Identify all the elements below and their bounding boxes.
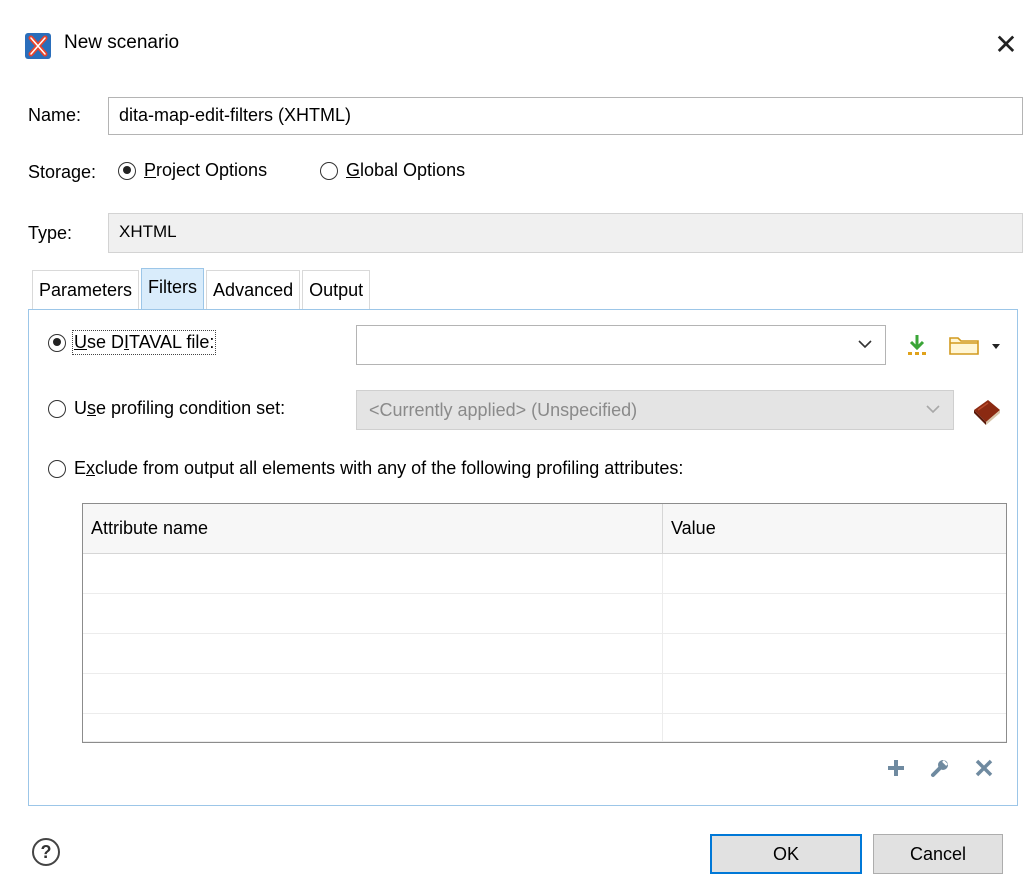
ditaval-file-combo[interactable]	[356, 325, 886, 365]
exclude-attributes-radio[interactable]	[48, 459, 66, 478]
insert-variables-icon[interactable]	[904, 332, 930, 358]
close-icon[interactable]: ✕	[989, 28, 1023, 62]
tab-output[interactable]: Output	[302, 270, 371, 310]
tab-bar: Parameters Filters Advanced Output	[32, 268, 372, 310]
folder-icon[interactable]	[946, 332, 1006, 358]
add-icon[interactable]	[885, 757, 907, 784]
table-cell[interactable]	[83, 634, 663, 673]
oxygen-x-icon	[24, 32, 52, 60]
use-profiling-label: Use profiling condition set:	[74, 398, 286, 418]
table-row[interactable]	[83, 594, 1006, 634]
table-cell[interactable]	[83, 714, 663, 741]
table-cell[interactable]	[83, 674, 663, 713]
table-cell[interactable]	[83, 554, 663, 593]
cancel-button[interactable]: Cancel	[873, 834, 1003, 874]
table-header: Attribute name Value	[83, 504, 1006, 554]
table-row[interactable]	[83, 674, 1006, 714]
use-profiling-option[interactable]: Use profiling condition set:	[48, 398, 285, 419]
use-ditaval-option[interactable]: Use DITAVAL file:	[48, 330, 217, 355]
type-field: XHTML	[108, 213, 1023, 253]
new-scenario-dialog: New scenario ✕ Name: dita-map-edit-filte…	[0, 0, 1023, 886]
ok-button[interactable]: OK	[710, 834, 862, 874]
storage-label: Storage:	[28, 162, 97, 182]
use-profiling-radio[interactable]	[48, 399, 66, 418]
chevron-down-icon[interactable]	[857, 334, 873, 359]
use-ditaval-label: Use DITAVAL file:	[71, 330, 217, 355]
table-row[interactable]	[83, 634, 1006, 674]
storage-project-label: Project Options	[144, 160, 268, 180]
exclude-attributes-option[interactable]: Exclude from output all elements with an…	[48, 458, 683, 479]
tab-advanced[interactable]: Advanced	[206, 270, 301, 310]
chevron-down-icon	[925, 399, 941, 424]
profiling-attributes-table[interactable]: Attribute name Value	[82, 503, 1007, 743]
type-label: Type:	[28, 223, 73, 243]
profiling-condition-value: <Currently applied> (Unspecified)	[369, 400, 638, 420]
storage-global-option[interactable]: Global Options	[320, 160, 465, 181]
remove-icon[interactable]	[973, 757, 995, 784]
profiling-condition-combo: <Currently applied> (Unspecified)	[356, 390, 954, 430]
storage-project-option[interactable]: Project Options	[118, 160, 267, 181]
storage-project-radio[interactable]	[118, 161, 136, 180]
dialog-title: New scenario	[64, 32, 180, 53]
tab-parameters[interactable]: Parameters	[32, 270, 140, 310]
storage-global-label: Global Options	[346, 160, 466, 180]
table-toolbar	[885, 757, 995, 784]
wrench-icon[interactable]	[929, 757, 951, 784]
tab-filters[interactable]: Filters	[141, 268, 205, 310]
column-header-value[interactable]: Value	[663, 504, 724, 553]
storage-global-radio[interactable]	[320, 161, 338, 180]
title-bar: New scenario ✕	[0, 20, 1023, 72]
name-label: Name:	[28, 105, 82, 125]
column-header-attribute-name[interactable]: Attribute name	[83, 504, 663, 553]
exclude-attributes-label: Exclude from output all elements with an…	[74, 458, 684, 478]
help-icon[interactable]: ?	[32, 838, 60, 866]
book-icon[interactable]	[968, 394, 1004, 428]
table-row[interactable]	[83, 554, 1006, 594]
table-row[interactable]	[83, 714, 1006, 742]
table-cell[interactable]	[83, 594, 663, 633]
use-ditaval-radio[interactable]	[48, 333, 66, 352]
name-input[interactable]: dita-map-edit-filters (XHTML)	[108, 97, 1023, 135]
